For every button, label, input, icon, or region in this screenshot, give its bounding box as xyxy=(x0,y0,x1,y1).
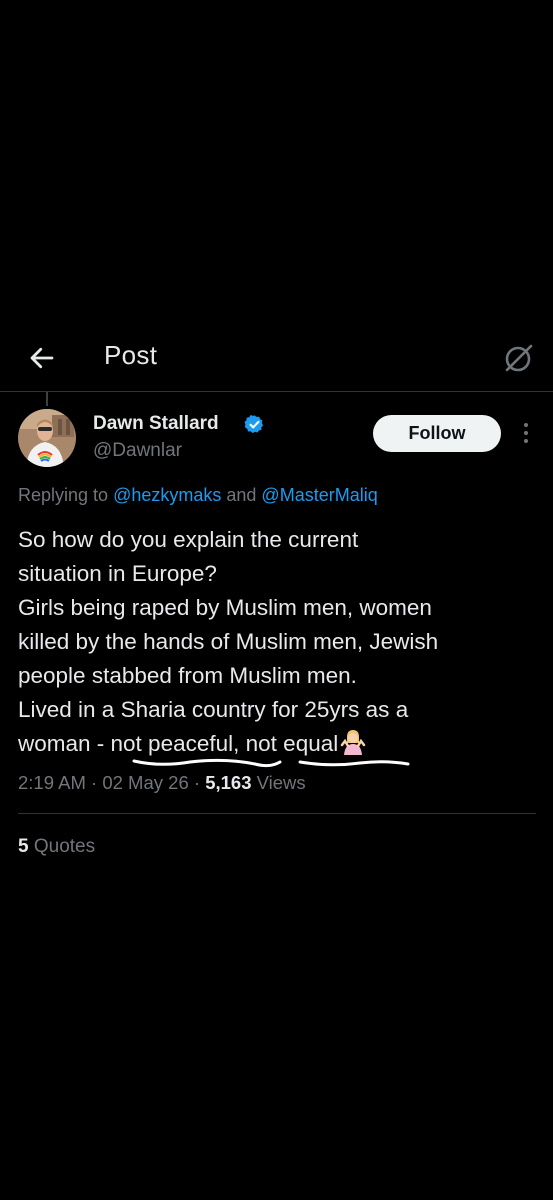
mention-link-1[interactable]: @hezkymaks xyxy=(113,485,221,505)
thread-connector xyxy=(46,392,48,406)
post-meta: 2:19 AM · 02 May 26 · 5,163 Views xyxy=(18,772,306,794)
more-vertical-icon[interactable] xyxy=(516,420,536,446)
avatar[interactable] xyxy=(18,409,76,467)
back-button[interactable] xyxy=(22,338,62,378)
tweet-line: So how do you explain the current xyxy=(18,527,359,552)
verified-badge-icon xyxy=(244,415,264,434)
hand-drawn-underline xyxy=(132,758,410,768)
arrow-left-icon xyxy=(30,347,54,369)
views-count: 5,163 xyxy=(205,772,252,793)
follow-button[interactable]: Follow xyxy=(373,415,501,452)
post-date: 02 May 26 xyxy=(102,772,189,793)
stats-divider xyxy=(18,813,536,814)
author-display-name[interactable]: Dawn Stallard xyxy=(93,413,219,435)
meta-separator: · xyxy=(85,772,103,793)
top-bar: Post xyxy=(0,330,553,392)
author-handle[interactable]: @Dawnlar xyxy=(93,440,182,462)
quotes-label: Quotes xyxy=(28,836,96,857)
tweet-line: people stabbed from Muslim men. xyxy=(18,663,357,688)
views-label: Views xyxy=(251,772,306,793)
reply-joiner: and xyxy=(221,485,262,505)
page-title: Post xyxy=(104,340,158,370)
tweet-line: killed by the hands of Muslim men, Jewis… xyxy=(18,629,439,654)
avatar-image xyxy=(18,409,76,467)
reply-prefix: Replying to xyxy=(18,485,114,505)
quotes-link[interactable]: 5 Quotes xyxy=(18,836,95,858)
post-time: 2:19 AM xyxy=(18,772,86,793)
tweet-fragment: woman - xyxy=(18,731,111,756)
tweet-line: situation in Europe? xyxy=(18,561,217,586)
reply-context: Replying to @hezkymaks and @MasterMaliq xyxy=(18,485,378,506)
mention-link-2[interactable]: @MasterMaliq xyxy=(261,485,377,505)
tweet-text: So how do you explain the current situat… xyxy=(18,523,538,761)
header-divider xyxy=(0,391,553,392)
person-shrugging-emoji-icon xyxy=(341,730,366,755)
tweet-line: Lived in a Sharia country for 25yrs as a xyxy=(18,697,409,722)
grok-icon[interactable] xyxy=(500,340,536,376)
tweet-line: Girls being raped by Muslim men, women xyxy=(18,595,432,620)
meta-separator: · xyxy=(188,772,206,793)
quotes-count: 5 xyxy=(18,836,29,857)
